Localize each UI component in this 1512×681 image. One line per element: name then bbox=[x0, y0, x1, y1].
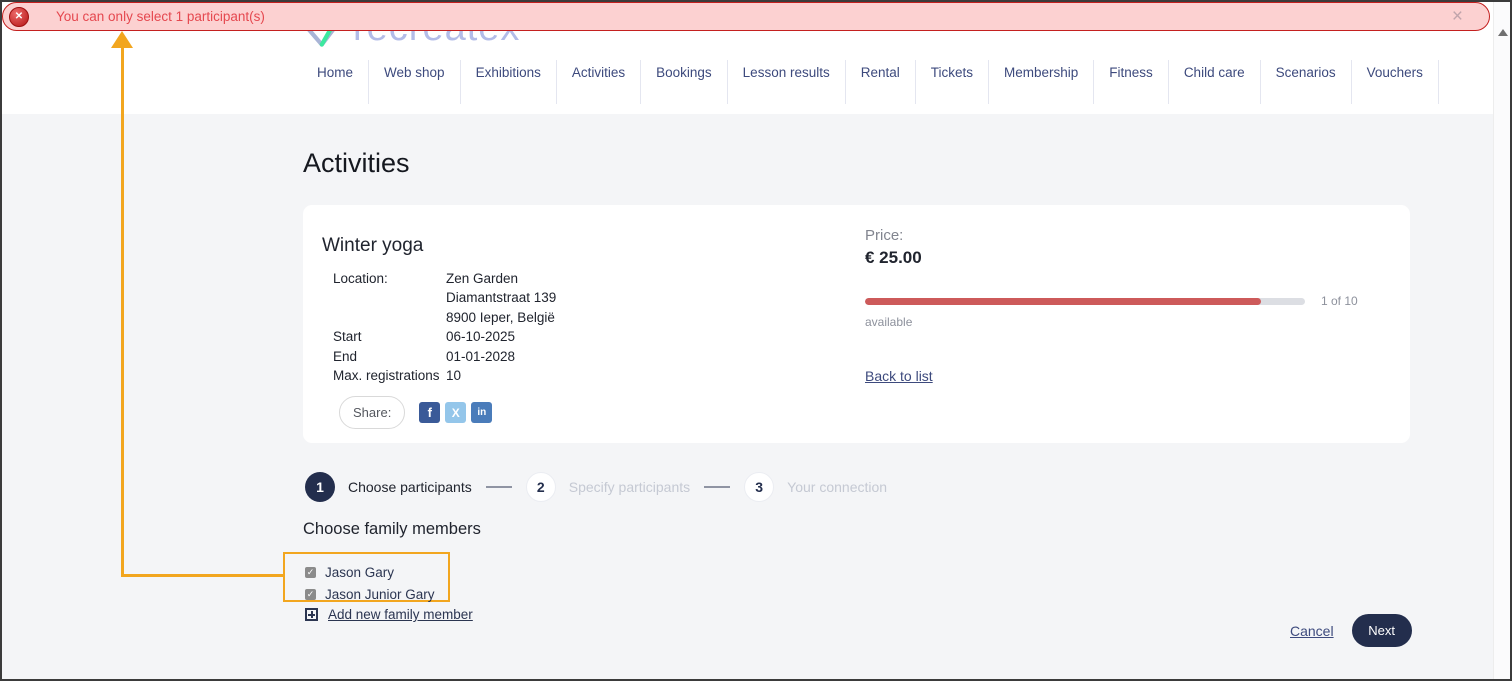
nav-item-activities[interactable]: Activities bbox=[557, 60, 641, 104]
nav-item-vouchers[interactable]: Vouchers bbox=[1352, 60, 1439, 104]
x-twitter-icon[interactable]: X bbox=[445, 402, 466, 423]
member-name: Jason Junior Gary bbox=[325, 587, 435, 602]
error-banner: ✕ You can only select 1 participant(s) × bbox=[2, 2, 1490, 31]
step-number: 3 bbox=[744, 472, 774, 502]
step-choose-participants[interactable]: 1 Choose participants bbox=[305, 472, 472, 502]
add-family-member-row[interactable]: Add new family member bbox=[305, 607, 473, 622]
add-family-member-link[interactable]: Add new family member bbox=[328, 607, 473, 622]
wizard-steps: 1 Choose participants 2 Specify particip… bbox=[305, 472, 887, 502]
availability-caption: available bbox=[865, 315, 1385, 329]
error-message: You can only select 1 participant(s) bbox=[56, 9, 265, 24]
detail-row: Max. registrations 10 bbox=[333, 366, 556, 385]
availability-bar-fill bbox=[865, 298, 1261, 305]
nav-item-scenarios[interactable]: Scenarios bbox=[1261, 60, 1352, 104]
scroll-up-icon[interactable] bbox=[1498, 29, 1508, 36]
activity-details: Location: Zen Garden Diamantstraat 139 8… bbox=[333, 269, 556, 385]
availability-row: 1 of 10 bbox=[865, 294, 1385, 308]
share-row: Share: f X in bbox=[339, 396, 492, 429]
member-checkbox-row-jason-junior-gary[interactable]: ✓ Jason Junior Gary bbox=[305, 583, 448, 605]
checkbox-checked-icon[interactable]: ✓ bbox=[305, 589, 316, 600]
main-nav: Home Web shop Exhibitions Activities Boo… bbox=[302, 60, 1439, 104]
step-label: Your connection bbox=[787, 479, 887, 495]
footer-actions: Cancel Next bbox=[1290, 614, 1412, 647]
plus-square-icon bbox=[305, 608, 318, 621]
step-label: Choose participants bbox=[348, 479, 472, 495]
nav-item-membership[interactable]: Membership bbox=[989, 60, 1094, 104]
member-checkbox-row-jason-gary[interactable]: ✓ Jason Gary bbox=[305, 561, 448, 583]
price-panel: Price: € 25.00 1 of 10 available Back to… bbox=[865, 227, 1385, 386]
detail-row: Start 06-10-2025 bbox=[333, 327, 556, 346]
detail-row: Diamantstraat 139 bbox=[333, 288, 556, 307]
detail-row: End 01-01-2028 bbox=[333, 347, 556, 366]
annotation-highlight-box: ✓ Jason Gary ✓ Jason Junior Gary bbox=[283, 552, 450, 602]
nav-item-child-care[interactable]: Child care bbox=[1169, 60, 1261, 104]
detail-row: 8900 Ieper, België bbox=[333, 308, 556, 327]
share-button[interactable]: Share: bbox=[339, 396, 405, 429]
page-title: Activities bbox=[303, 148, 410, 179]
activity-card: Winter yoga Location: Zen Garden Diamant… bbox=[303, 205, 1410, 443]
price-label: Price: bbox=[865, 227, 1385, 244]
banner-close-icon[interactable]: × bbox=[1452, 7, 1463, 27]
linkedin-icon[interactable]: in bbox=[471, 402, 492, 423]
nav-item-lesson-results[interactable]: Lesson results bbox=[728, 60, 846, 104]
availability-count: 1 of 10 bbox=[1321, 294, 1358, 308]
share-icons: f X in bbox=[419, 402, 492, 423]
step-connector bbox=[486, 486, 512, 488]
step-number: 2 bbox=[526, 472, 556, 502]
nav-item-web-shop[interactable]: Web shop bbox=[369, 60, 461, 104]
checkbox-checked-icon[interactable]: ✓ bbox=[305, 567, 316, 578]
annotation-arrow-line-vertical bbox=[121, 46, 124, 577]
step-specify-participants[interactable]: 2 Specify participants bbox=[526, 472, 690, 502]
error-x-circle-icon: ✕ bbox=[9, 7, 29, 27]
facebook-icon[interactable]: f bbox=[419, 402, 440, 423]
step-number: 1 bbox=[305, 472, 335, 502]
detail-row: Location: Zen Garden bbox=[333, 269, 556, 288]
browser-viewport: recreatex Home Web shop Exhibitions Acti… bbox=[0, 0, 1512, 681]
step-label: Specify participants bbox=[569, 479, 690, 495]
step-connector bbox=[704, 486, 730, 488]
cancel-link[interactable]: Cancel bbox=[1290, 623, 1334, 639]
availability-bar bbox=[865, 298, 1305, 305]
next-button[interactable]: Next bbox=[1352, 614, 1412, 647]
nav-item-fitness[interactable]: Fitness bbox=[1094, 60, 1169, 104]
nav-item-bookings[interactable]: Bookings bbox=[641, 60, 728, 104]
nav-item-home[interactable]: Home bbox=[302, 60, 369, 104]
activity-name: Winter yoga bbox=[322, 235, 423, 257]
scrollbar[interactable] bbox=[1493, 2, 1510, 679]
back-to-list-link[interactable]: Back to list bbox=[865, 368, 933, 384]
nav-item-exhibitions[interactable]: Exhibitions bbox=[461, 60, 557, 104]
family-members-heading: Choose family members bbox=[303, 520, 481, 539]
nav-item-tickets[interactable]: Tickets bbox=[916, 60, 989, 104]
member-name: Jason Gary bbox=[325, 565, 394, 580]
annotation-arrow-line-horizontal bbox=[121, 574, 285, 577]
nav-item-rental[interactable]: Rental bbox=[846, 60, 916, 104]
price-value: € 25.00 bbox=[865, 248, 1385, 268]
step-your-connection[interactable]: 3 Your connection bbox=[744, 472, 887, 502]
